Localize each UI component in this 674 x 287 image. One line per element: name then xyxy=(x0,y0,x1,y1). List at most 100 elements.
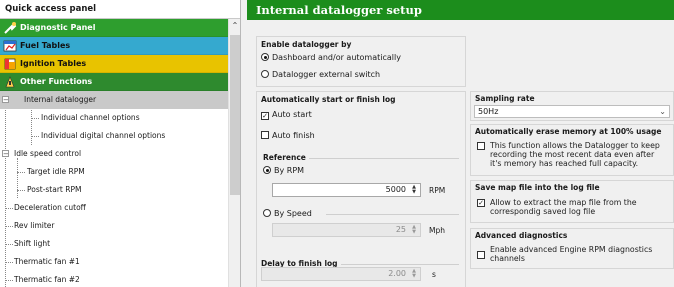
auto-finish-checkbox[interactable]: Auto finish xyxy=(261,131,315,140)
category-ignition-label: Ignition Tables xyxy=(20,59,87,68)
tree-branch xyxy=(5,262,13,263)
save-map-file-description: Allow to extract the map file from the c… xyxy=(490,198,637,216)
tree-branch xyxy=(5,226,13,227)
chevron-down-icon[interactable]: ⌄ xyxy=(659,106,666,117)
auto-start-finish-group: Automatically start or finish log ✓ Auto … xyxy=(256,91,466,287)
delay-unit: s xyxy=(432,270,436,279)
tree-item-internal-datalogger[interactable]: − Internal datalogger xyxy=(0,91,228,109)
speed-value: 25 xyxy=(395,225,406,234)
functions-tree: − Internal datalogger Individual channel… xyxy=(0,91,228,287)
page-title: Internal datalogger setup xyxy=(247,0,674,20)
rpm-unit: RPM xyxy=(429,186,446,195)
category-other-label: Other Functions xyxy=(20,77,93,86)
erase-memory-label: Automatically erase memory at 100% usage xyxy=(475,127,662,136)
category-diagnostic-panel[interactable]: Diagnostic Panel xyxy=(0,19,228,37)
radio-icon[interactable] xyxy=(263,166,271,174)
by-rpm-option[interactable]: By RPM xyxy=(263,166,304,175)
auto-start-finish-label: Automatically start or finish log xyxy=(261,95,396,104)
description-line: correspondig saved log file xyxy=(490,207,596,216)
sampling-rate-value: 50Hz xyxy=(478,107,499,116)
tree-branch xyxy=(31,118,39,119)
save-map-file-label: Save map file into the log file xyxy=(475,183,600,192)
scroll-thumb[interactable] xyxy=(230,35,240,195)
speed-stepper[interactable]: 25 ▲ ▼ xyxy=(272,223,421,237)
description-line: channels xyxy=(490,254,525,263)
tree-branch xyxy=(5,208,13,209)
reference-label: Reference xyxy=(263,153,306,162)
enable-datalogger-group: Enable datalogger by Dashboard and/or au… xyxy=(256,36,466,87)
tree-branch xyxy=(17,190,25,191)
sampling-rate-select[interactable]: 50Hz ⌄ xyxy=(474,105,670,118)
enable-dashboard-option[interactable]: Dashboard and/or automatically xyxy=(261,53,401,62)
checkbox-label: Auto start xyxy=(272,110,312,119)
tree-branch xyxy=(31,136,39,137)
sampling-rate-group: Sampling rate 50Hz ⌄ xyxy=(470,91,674,121)
tree-item-target-idle[interactable]: Target idle RPM xyxy=(0,163,228,181)
radio-icon[interactable] xyxy=(263,209,271,217)
quick-access-title: Quick access panel xyxy=(0,0,240,19)
advanced-diagnostics-checkbox[interactable] xyxy=(477,251,485,259)
ignition-table-icon xyxy=(4,58,16,70)
rpm-stepper[interactable]: 5000 ▲ ▼ xyxy=(272,183,421,197)
collapse-icon[interactable]: − xyxy=(2,150,9,158)
collapse-icon[interactable]: − xyxy=(2,96,9,104)
advanced-diagnostics-label: Advanced diagnostics xyxy=(475,231,568,240)
option-label: Dashboard and/or automatically xyxy=(272,53,401,62)
tree-item-label: Shift light xyxy=(14,239,51,248)
tree-item-label: Target idle RPM xyxy=(27,167,85,176)
category-ignition-tables[interactable]: Ignition Tables xyxy=(0,55,228,73)
delay-stepper[interactable]: 2.00 ▲ ▼ xyxy=(261,267,421,281)
delay-value: 2.00 xyxy=(388,269,406,278)
description-line: This function allows the Datalogger to k… xyxy=(490,141,660,150)
category-fuel-tables[interactable]: Fuel Tables xyxy=(0,37,228,55)
sampling-rate-label: Sampling rate xyxy=(475,94,535,103)
tree-item-shift-light[interactable]: Shift light xyxy=(0,235,228,253)
stepper-arrows-icon[interactable]: ▲ ▼ xyxy=(409,185,419,195)
tree-item-label: Thermatic fan #1 xyxy=(14,257,80,266)
tree-branch xyxy=(5,244,13,245)
category-diagnostic-label: Diagnostic Panel xyxy=(20,23,96,32)
tree-item-idle-speed[interactable]: − Idle speed control xyxy=(0,145,228,163)
vertical-scrollbar[interactable]: ⌃ xyxy=(228,19,240,287)
option-label: Datalogger external switch xyxy=(272,70,381,79)
tree-item-label: Rev limiter xyxy=(14,221,55,230)
auto-start-checkbox[interactable]: ✓ Auto start xyxy=(261,110,312,120)
advanced-diagnostics-group: Advanced diagnostics Enable advanced Eng… xyxy=(470,228,674,269)
erase-memory-checkbox[interactable] xyxy=(477,142,485,150)
radio-icon[interactable] xyxy=(261,53,269,61)
tree-item-individual-digital[interactable]: Individual digital channel options xyxy=(0,127,228,145)
checkbox-icon[interactable]: ✓ xyxy=(261,112,269,120)
erase-memory-description: This function allows the Datalogger to k… xyxy=(490,141,660,168)
option-label: By RPM xyxy=(274,166,305,175)
scroll-up-icon[interactable]: ⌃ xyxy=(231,21,239,31)
checkbox-label: Auto finish xyxy=(272,131,315,140)
stepper-arrows-icon[interactable]: ▲ ▼ xyxy=(409,269,419,279)
description-line: recording the most recent data even afte… xyxy=(490,150,655,159)
save-map-file-checkbox[interactable]: ✓ xyxy=(477,199,485,207)
group-divider xyxy=(341,264,459,265)
enable-external-switch-option[interactable]: Datalogger external switch xyxy=(261,70,380,79)
tree-branch xyxy=(5,280,13,281)
tree-item-individual-channel[interactable]: Individual channel options xyxy=(0,109,228,127)
rpm-value: 5000 xyxy=(385,185,406,194)
tree-item-label: Idle speed control xyxy=(14,149,82,158)
functions-icon xyxy=(5,76,15,88)
tree-branch xyxy=(17,172,25,173)
option-label: By Speed xyxy=(274,209,312,218)
tree-item-post-start[interactable]: Post-start RPM xyxy=(0,181,228,199)
radio-icon[interactable] xyxy=(261,70,269,78)
description-line: it's memory has reached full capacity. xyxy=(490,159,639,168)
save-map-file-group: Save map file into the log file ✓ Allow … xyxy=(470,180,674,223)
by-speed-option[interactable]: By Speed xyxy=(263,209,312,218)
tree-item-fan2[interactable]: Thermatic fan #2 xyxy=(0,271,228,287)
group-divider xyxy=(326,214,459,215)
checkbox-icon[interactable] xyxy=(261,131,269,139)
tree-item-label: Deceleration cutoff xyxy=(14,203,86,212)
category-other-functions[interactable]: Other Functions xyxy=(0,73,228,91)
tree-item-label: Individual digital channel options xyxy=(41,131,166,140)
stepper-arrows-icon[interactable]: ▲ ▼ xyxy=(409,225,419,235)
tree-item-fan1[interactable]: Thermatic fan #1 xyxy=(0,253,228,271)
description-line: Enable advanced Engine RPM diagnostics xyxy=(490,245,653,254)
tree-item-rev-limiter[interactable]: Rev limiter xyxy=(0,217,228,235)
tree-item-decel-cutoff[interactable]: Deceleration cutoff xyxy=(0,199,228,217)
